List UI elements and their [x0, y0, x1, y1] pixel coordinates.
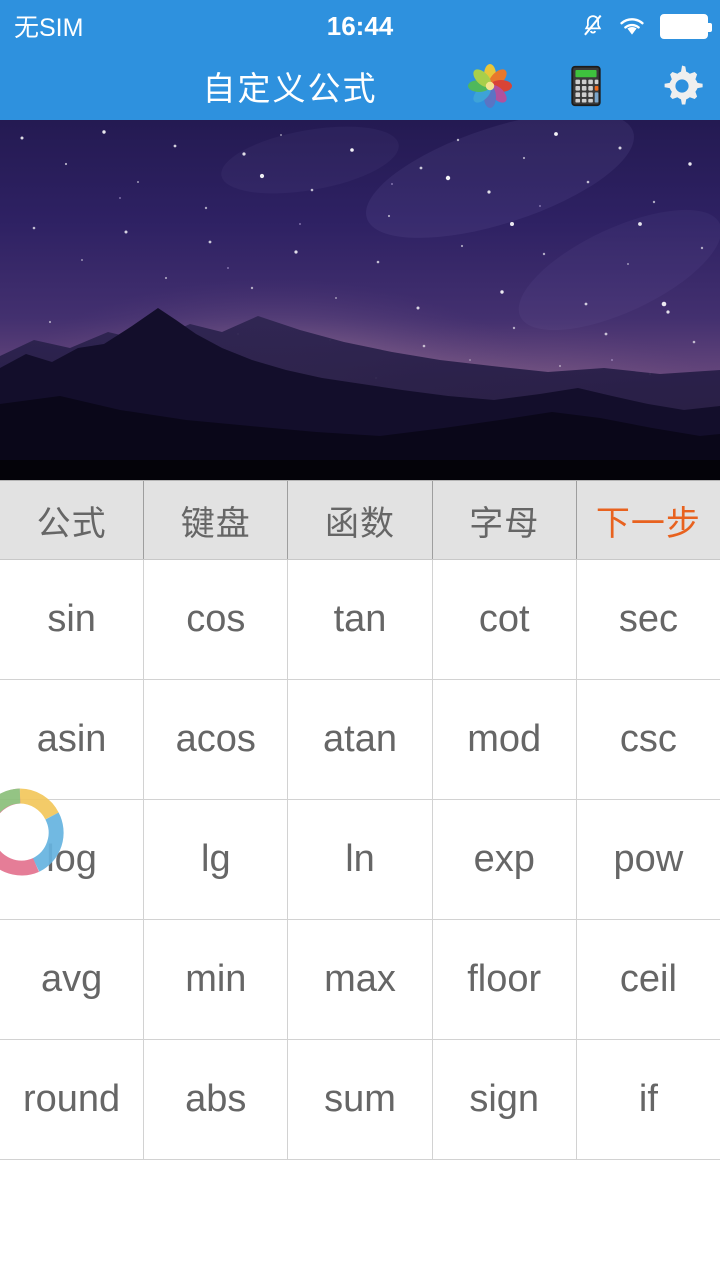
- status-icons: [582, 13, 712, 39]
- mute-bell-icon: [582, 13, 604, 39]
- app-bar-actions: [466, 62, 706, 110]
- function-key-tan[interactable]: tan: [288, 560, 433, 679]
- function-key-sign[interactable]: sign: [432, 1040, 577, 1159]
- function-row: sin cos tan cot sec: [0, 560, 720, 680]
- function-key-round[interactable]: round: [0, 1040, 145, 1159]
- battery-icon: [660, 13, 712, 39]
- function-key-cos[interactable]: cos: [144, 560, 289, 679]
- function-key-max[interactable]: max: [288, 920, 433, 1039]
- function-key-atan[interactable]: atan: [288, 680, 433, 799]
- function-row: avg min max floor ceil: [0, 920, 720, 1040]
- tab-formula[interactable]: 公式: [0, 481, 145, 559]
- phone-screen: 无SIM 16:44 自定义公式 公式 键盘 函数 字母 下一步 sin cos…: [0, 0, 720, 1280]
- tab-letter[interactable]: 字母: [432, 481, 577, 559]
- function-key-if[interactable]: if: [576, 1040, 720, 1159]
- function-key-floor[interactable]: floor: [432, 920, 577, 1039]
- function-key-mod[interactable]: mod: [432, 680, 577, 799]
- floating-ring-widget[interactable]: [0, 786, 66, 878]
- function-key-lg[interactable]: lg: [144, 800, 289, 919]
- status-bar: 无SIM 16:44: [0, 0, 720, 52]
- function-key-sin[interactable]: sin: [0, 560, 145, 679]
- settings-gear-icon[interactable]: [658, 62, 706, 110]
- tab-function[interactable]: 函数: [288, 481, 433, 559]
- function-row: round abs sum sign if: [0, 1040, 720, 1160]
- function-key-acos[interactable]: acos: [144, 680, 289, 799]
- app-bar: 自定义公式: [0, 52, 720, 120]
- tab-next-step[interactable]: 下一步: [576, 481, 720, 559]
- function-grid: sin cos tan cot sec asin acos atan mod c…: [0, 560, 720, 1160]
- function-key-sum[interactable]: sum: [288, 1040, 433, 1159]
- function-row: log lg ln exp pow: [0, 800, 720, 920]
- function-key-avg[interactable]: avg: [0, 920, 145, 1039]
- function-key-pow[interactable]: pow: [576, 800, 720, 919]
- function-key-min[interactable]: min: [144, 920, 289, 1039]
- function-key-ceil[interactable]: ceil: [576, 920, 720, 1039]
- tab-keyboard[interactable]: 键盘: [144, 481, 289, 559]
- function-key-cot[interactable]: cot: [432, 560, 577, 679]
- function-key-ln[interactable]: ln: [288, 800, 433, 919]
- calculator-icon[interactable]: [562, 62, 610, 110]
- function-key-csc[interactable]: csc: [576, 680, 720, 799]
- starry-night-banner: [0, 120, 720, 480]
- tab-bar: 公式 键盘 函数 字母 下一步: [0, 480, 720, 560]
- pinwheel-icon[interactable]: [466, 62, 514, 110]
- function-key-abs[interactable]: abs: [144, 1040, 289, 1159]
- function-key-sec[interactable]: sec: [576, 560, 720, 679]
- function-key-exp[interactable]: exp: [432, 800, 577, 919]
- wifi-icon: [617, 15, 647, 37]
- function-row: asin acos atan mod csc: [0, 680, 720, 800]
- function-key-asin[interactable]: asin: [0, 680, 145, 799]
